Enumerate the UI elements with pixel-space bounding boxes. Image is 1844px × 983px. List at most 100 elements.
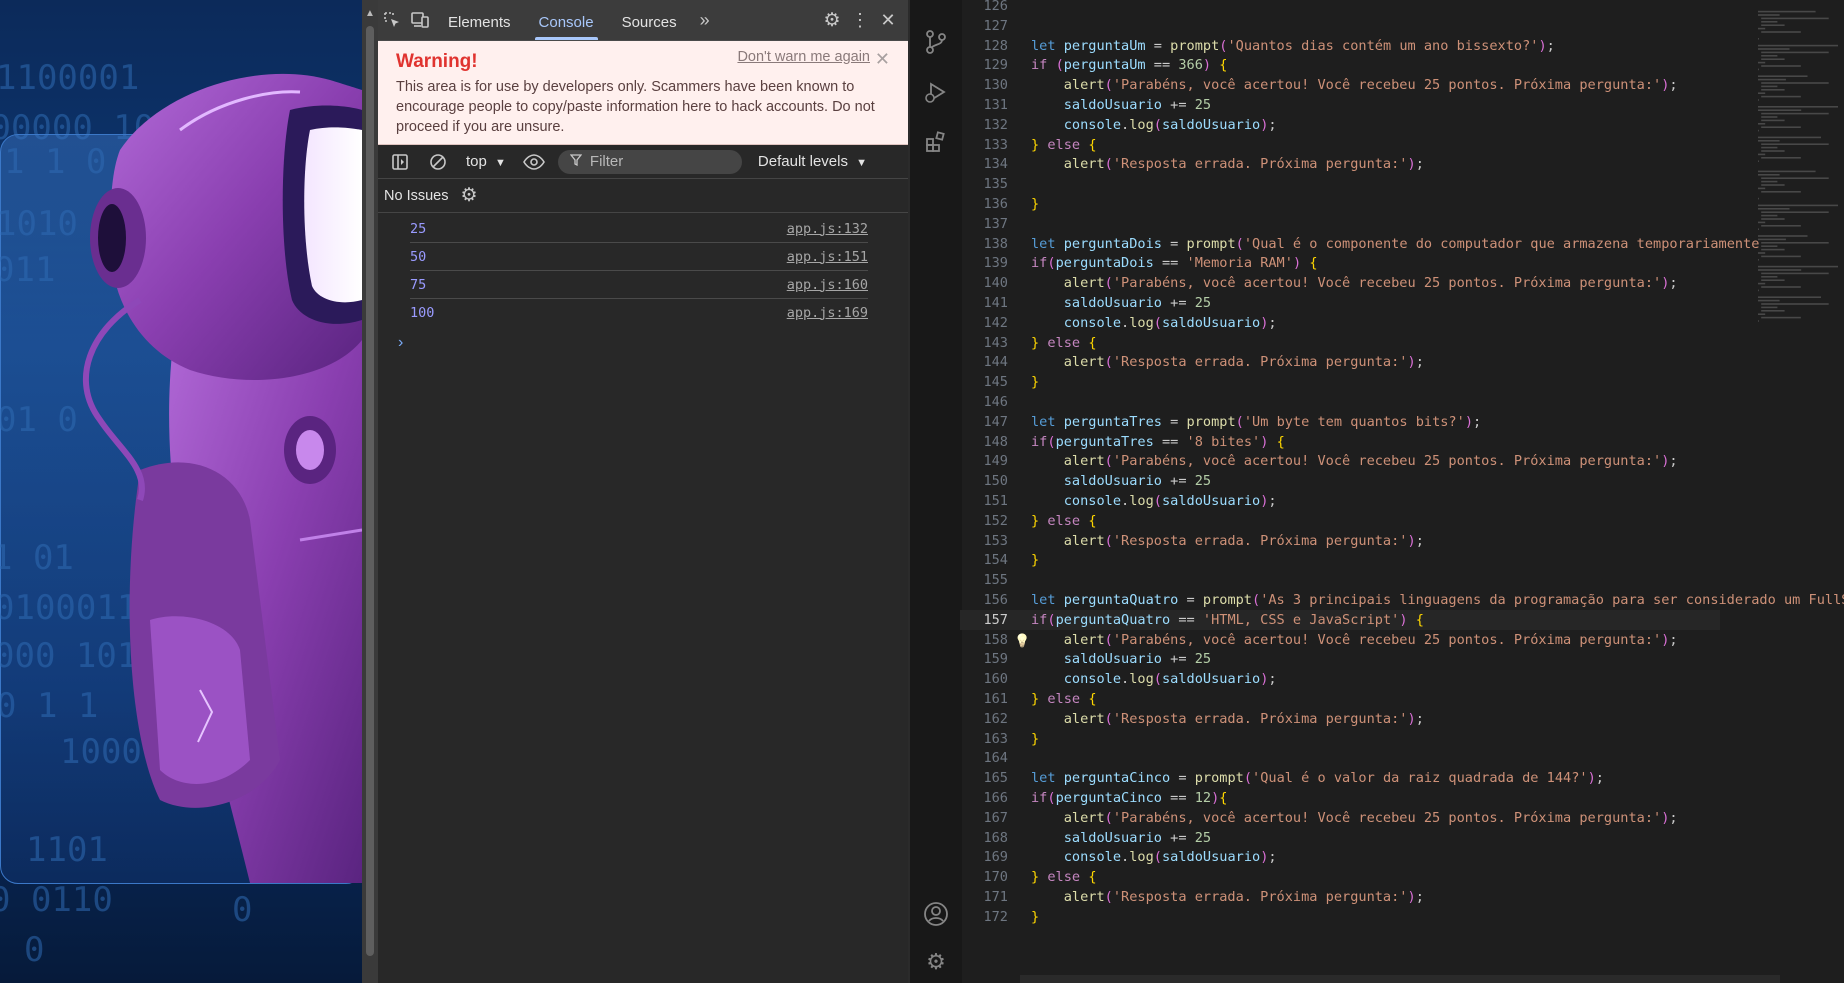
code-line[interactable]: 126: [960, 0, 1840, 16]
code-line[interactable]: 163}: [960, 729, 1840, 749]
code-line[interactable]: 171 alert('Resposta errada. Próxima perg…: [960, 887, 1840, 907]
minimap[interactable]: [1754, 0, 1844, 330]
code-line[interactable]: 140 alert('Parabéns, você acertou! Você …: [960, 273, 1840, 293]
horizontal-scrollbar[interactable]: [1020, 975, 1780, 983]
code-line[interactable]: 146: [960, 392, 1840, 412]
minimap-line: [1758, 160, 1759, 162]
line-number: 137: [983, 215, 1008, 232]
code-line[interactable]: 170} else {: [960, 867, 1840, 887]
code-line[interactable]: 154}: [960, 550, 1840, 570]
line-number: 138: [983, 235, 1008, 252]
editor-pane[interactable]: 126 127 128 let perguntaUm = prompt('Quanto…: [960, 0, 1844, 983]
console-prompt[interactable]: ›: [398, 334, 908, 352]
code-line[interactable]: 133} else {: [960, 135, 1840, 155]
code-line[interactable]: 130 alert('Parabéns, você acertou! Você …: [960, 75, 1840, 95]
code-line[interactable]: 160 console.log(saldoUsuario);: [960, 669, 1840, 689]
code-line[interactable]: 157 if(perguntaQuatro == 'HTML, CSS e Jav…: [960, 609, 1720, 630]
minimap-line: [1761, 184, 1785, 186]
minimap-line: [1758, 208, 1790, 210]
tab-console[interactable]: Console: [525, 0, 608, 40]
code-line[interactable]: 162 alert('Resposta errada. Próxima perg…: [960, 709, 1840, 729]
log-source-link[interactable]: app.js:160: [787, 277, 868, 293]
code-line[interactable]: 139 if(perguntaDois == 'Memoria RAM') {: [960, 253, 1840, 273]
code-line[interactable]: 144 alert('Resposta errada. Próxima perg…: [960, 352, 1840, 372]
code-line[interactable]: 161} else {: [960, 689, 1840, 709]
log-source-link[interactable]: app.js:132: [787, 221, 868, 237]
code-line[interactable]: 127: [960, 16, 1840, 36]
code-line[interactable]: 164: [960, 748, 1840, 768]
code-line[interactable]: 143} else {: [960, 333, 1840, 353]
code-line[interactable]: 168 saldoUsuario += 25: [960, 828, 1840, 848]
gear-icon[interactable]: ⚙: [922, 948, 950, 976]
issues-label[interactable]: No Issues: [384, 188, 448, 204]
code-line[interactable]: 135: [960, 174, 1840, 194]
code-line[interactable]: 132 console.log(saldoUsuario);: [960, 115, 1840, 135]
kebab-menu-icon[interactable]: ⋮: [846, 6, 874, 34]
code-line[interactable]: 166 if(perguntaCinco == 12){: [960, 788, 1840, 808]
gear-icon[interactable]: ⚙: [818, 6, 846, 34]
account-icon[interactable]: [922, 900, 950, 928]
minimap-line: [1761, 21, 1778, 23]
code-line[interactable]: 147 let perguntaTres = prompt('Um byte te…: [960, 412, 1840, 432]
tab-sources[interactable]: Sources: [608, 0, 691, 40]
code-line[interactable]: 150 saldoUsuario += 25: [960, 471, 1840, 491]
minimap-line: [1761, 95, 1801, 98]
minimap-line: [1758, 187, 1766, 190]
code-line[interactable]: 172}: [960, 907, 1840, 927]
minimap-line: [1761, 306, 1778, 309]
run-debug-icon[interactable]: [922, 78, 950, 106]
code-text: if (perguntaUm == 366) {: [1031, 57, 1228, 74]
code-line[interactable]: 159 saldoUsuario += 25: [960, 649, 1840, 669]
code-line[interactable]: 128 let perguntaUm = prompt('Quantos dias…: [960, 36, 1840, 56]
eye-icon[interactable]: [520, 148, 548, 176]
context-selector[interactable]: top ▼: [462, 153, 510, 170]
close-icon[interactable]: ✕: [875, 49, 890, 70]
code-line[interactable]: 169 console.log(saldoUsuario);: [960, 847, 1840, 867]
code-line[interactable]: 129 if (perguntaUm == 366) {: [960, 55, 1840, 75]
code-text: alert('Resposta errada. Próxima pergunta…: [1063, 532, 1424, 549]
minimap-line: [1758, 265, 1838, 268]
source-control-icon[interactable]: [922, 28, 950, 56]
code-line[interactable]: 134 alert('Resposta errada. Próxima perg…: [960, 154, 1840, 174]
log-source-link[interactable]: app.js:169: [787, 305, 868, 321]
code-line[interactable]: 142 console.log(saldoUsuario);: [960, 313, 1840, 333]
code-line[interactable]: 151 console.log(saldoUsuario);: [960, 491, 1840, 511]
line-number: 167: [983, 809, 1008, 826]
scroll-up-icon[interactable]: ▲: [365, 8, 375, 19]
code-line[interactable]: 138 let perguntaDois = prompt('Qual é o c…: [960, 234, 1840, 254]
extensions-icon[interactable]: [922, 128, 950, 156]
code-line[interactable]: 155: [960, 570, 1840, 590]
devtools-scrollbar[interactable]: ▲: [362, 0, 378, 983]
code-line[interactable]: 145}: [960, 372, 1840, 392]
code-text: }: [1031, 908, 1040, 925]
gear-icon[interactable]: ⚙: [460, 184, 477, 207]
minimap-line: [1758, 109, 1802, 111]
code-line[interactable]: 167 alert('Parabéns, você acertou! Você …: [960, 808, 1840, 828]
code-line[interactable]: 148 if(perguntaTres == '8 bites') {: [960, 432, 1840, 452]
code-line[interactable]: 141 saldoUsuario += 25: [960, 293, 1840, 313]
code-line[interactable]: 153 alert('Resposta errada. Próxima perg…: [960, 531, 1840, 551]
sidebar-toggle-icon[interactable]: [386, 148, 414, 176]
log-source-link[interactable]: app.js:151: [787, 249, 868, 265]
code-line[interactable]: 156 let perguntaQuatro = prompt('As 3 pri…: [960, 590, 1844, 610]
code-text: alert('Parabéns, você acertou! Você rece…: [1063, 77, 1678, 94]
minimap-line: [1761, 279, 1785, 281]
dont-warn-link[interactable]: Don't warn me again: [737, 49, 870, 65]
log-levels-dropdown[interactable]: Default levels ▼: [758, 153, 867, 170]
tab-elements[interactable]: Elements: [434, 0, 525, 40]
code-line[interactable]: 136}: [960, 194, 1840, 214]
inspect-element-icon[interactable]: [378, 6, 406, 34]
clear-console-icon[interactable]: [424, 148, 452, 176]
code-line[interactable]: 149 alert('Parabéns, você acertou! Você …: [960, 451, 1840, 471]
device-toolbar-icon[interactable]: [406, 6, 434, 34]
code-line[interactable]: 158 alert('Parabéns, você acertou! Você …: [960, 630, 1840, 650]
code-line[interactable]: 131 saldoUsuario += 25: [960, 95, 1840, 115]
code-line[interactable]: 152} else {: [960, 511, 1840, 531]
minimap-line: [1761, 272, 1829, 275]
code-line[interactable]: 137: [960, 214, 1840, 234]
double-chevron-icon[interactable]: »: [691, 6, 719, 34]
close-icon[interactable]: ✕: [874, 6, 902, 34]
filter-input[interactable]: Filter: [557, 149, 742, 174]
scrollbar-thumb[interactable]: [366, 26, 374, 956]
code-line[interactable]: 165 let perguntaCinco = prompt('Qual é o …: [960, 768, 1840, 788]
